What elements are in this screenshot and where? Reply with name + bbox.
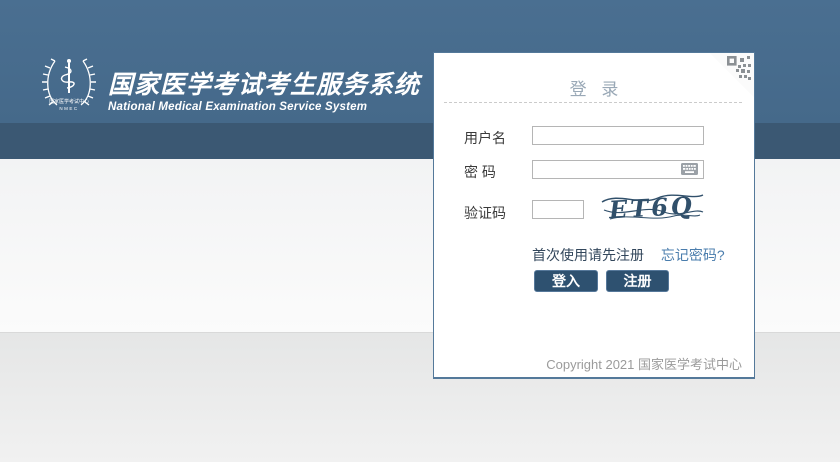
captcha-image[interactable]: ET6Q <box>600 189 705 225</box>
page-title: 国家医学考试考生服务系统 <box>108 71 420 99</box>
page-subtitle: National Medical Examination Service Sys… <box>108 100 420 114</box>
username-input[interactable] <box>532 126 704 145</box>
login-button[interactable]: 登入 <box>534 270 598 292</box>
register-hint-link[interactable]: 首次使用请先注册 <box>532 247 644 263</box>
logo-caption-cn: 国家医学考试中心 <box>49 98 89 105</box>
nmec-emblem-icon: 国家医学考试中心 NMEC <box>38 55 100 117</box>
keyboard-icon[interactable] <box>681 163 698 175</box>
title-block: 国家医学考试考生服务系统 National Medical Examinatio… <box>108 71 420 114</box>
copyright-text: Copyright 2021 国家医学考试中心 <box>546 354 742 373</box>
logo-caption-en: NMEC <box>59 106 78 111</box>
register-button[interactable]: 注册 <box>606 270 669 292</box>
captcha-input[interactable] <box>532 200 584 219</box>
brand: 国家医学考试中心 NMEC 国家医学考试考生服务系统 National Medi… <box>38 55 420 117</box>
divider <box>444 102 742 103</box>
login-panel: 登 录 用户名 密 码 验证码 ET6Q <box>433 52 755 379</box>
captcha-label: 验证码 <box>464 203 506 223</box>
forgot-password-link[interactable]: 忘记密码? <box>661 247 725 263</box>
password-input[interactable] <box>532 160 704 179</box>
password-label: 密 码 <box>464 162 496 182</box>
page: 国家医学考试中心 NMEC 国家医学考试考生服务系统 National Medi… <box>0 0 840 462</box>
username-label: 用户名 <box>464 128 506 148</box>
login-title: 登 录 <box>434 75 754 100</box>
links-row: 首次使用请先注册 忘记密码? <box>532 245 725 265</box>
